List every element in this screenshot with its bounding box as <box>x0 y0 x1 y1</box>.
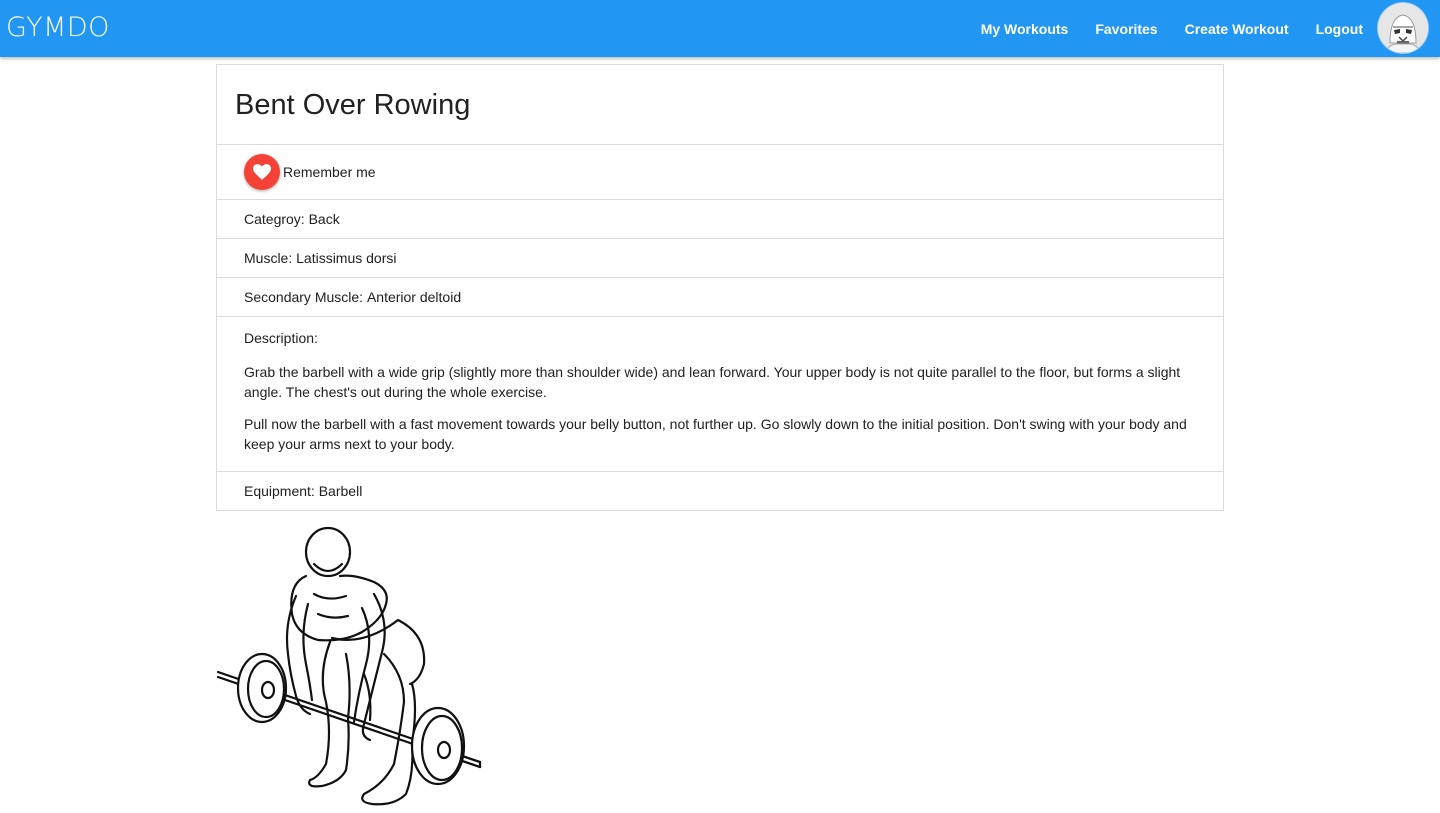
exercise-title: Bent Over Rowing <box>235 89 471 121</box>
exercise-header: Bent Over Rowing <box>217 65 1223 145</box>
nav-favorites[interactable]: Favorites <box>1095 21 1157 37</box>
equipment-value: Barbell <box>318 483 363 499</box>
secondary-muscle-row: Secondary Muscle: Anterior deltoid <box>217 278 1223 317</box>
exercise-illustration <box>216 526 482 806</box>
muscle-value: Latissimus dorsi <box>296 250 397 266</box>
secondary-muscle-label: Secondary Muscle: <box>244 289 364 305</box>
user-avatar[interactable] <box>1378 3 1428 53</box>
nav-my-workouts[interactable]: My Workouts <box>981 21 1069 37</box>
navbar: GYMDO My Workouts Favorites Create Worko… <box>0 0 1440 57</box>
category-label: Categroy: <box>244 211 305 227</box>
stormtrooper-avatar-icon <box>1378 3 1428 53</box>
category-value: Back <box>308 211 340 227</box>
heart-icon <box>253 164 271 180</box>
muscle-label: Muscle: <box>244 250 293 266</box>
description-label: Description: <box>244 330 318 346</box>
favorite-label: Remember me <box>283 164 376 180</box>
category-row: Categroy: Back <box>217 200 1223 239</box>
favorite-button[interactable] <box>244 154 280 190</box>
equipment-label: Equipment: <box>244 483 315 499</box>
nav-logout[interactable]: Logout <box>1316 21 1363 37</box>
description-row: Description: Grab the barbell with a wid… <box>217 317 1223 472</box>
description-paragraph: Pull now the barbell with a fast movemen… <box>244 416 1187 452</box>
equipment-row: Equipment: Barbell <box>217 472 1223 510</box>
exercise-card: Bent Over Rowing Remember me Categroy: B… <box>216 64 1224 511</box>
favorite-row: Remember me <box>217 145 1223 200</box>
description-paragraph: Grab the barbell with a wide grip (sligh… <box>244 364 1181 400</box>
nav-create-workout[interactable]: Create Workout <box>1185 21 1289 37</box>
secondary-muscle-value: Anterior deltoid <box>366 289 462 305</box>
nav-links: My Workouts Favorites Create Workout Log… <box>954 0 1363 57</box>
brand-logo[interactable]: GYMDO <box>6 12 110 43</box>
muscle-row: Muscle: Latissimus dorsi <box>217 239 1223 278</box>
